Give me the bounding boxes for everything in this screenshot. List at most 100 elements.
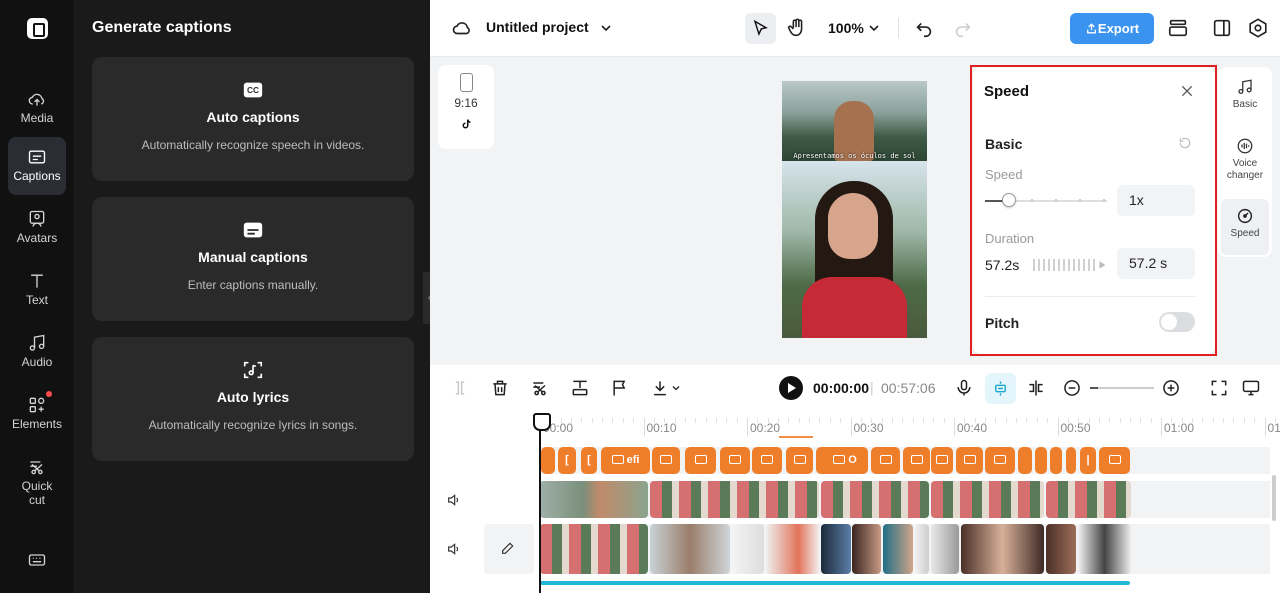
caption-clip[interactable]: | (1080, 447, 1096, 474)
video-preview[interactable]: Apresentamos os óculos de sol (782, 81, 927, 338)
ruler-minor-tick (881, 418, 883, 423)
main-clip[interactable] (732, 524, 764, 574)
rail-item-audio[interactable]: Audio (8, 323, 66, 381)
main-clip[interactable] (650, 524, 730, 574)
video-clip[interactable] (1046, 481, 1131, 518)
trim-icon[interactable] (450, 378, 470, 398)
speed-value-input[interactable]: 1x (1117, 185, 1195, 216)
caption-clip[interactable]: O (822, 447, 868, 474)
caption-clip[interactable]: [ (581, 447, 597, 474)
timeline-scrollbar[interactable] (1272, 475, 1276, 521)
rail-item-text[interactable]: Text (8, 261, 66, 319)
magnet-snap-button[interactable] (985, 373, 1016, 404)
caption-clip[interactable] (1018, 447, 1032, 474)
caption-clip[interactable]: [ (558, 447, 576, 474)
main-clip[interactable] (931, 524, 959, 574)
hand-icon[interactable] (786, 17, 808, 39)
rail-item-elements[interactable]: Elements (8, 385, 66, 443)
caption-clip[interactable] (931, 447, 953, 474)
project-title[interactable]: Untitled project (486, 19, 589, 35)
caption-clip[interactable] (685, 447, 716, 474)
main-clip[interactable] (540, 524, 648, 574)
play-button[interactable] (779, 376, 803, 400)
zoom-chevron-icon[interactable] (866, 20, 882, 36)
select-tool-button[interactable] (745, 13, 776, 44)
playhead[interactable] (533, 413, 551, 593)
pitch-toggle[interactable] (1159, 312, 1195, 332)
rail-item-quick-cut[interactable]: Quick cut (8, 447, 66, 513)
preview-icon[interactable] (1241, 378, 1261, 398)
main-clip[interactable] (1046, 524, 1076, 574)
caption-clip[interactable] (903, 447, 930, 474)
duration-value-input[interactable]: 57.2 s (1117, 248, 1195, 279)
caption-clip[interactable] (541, 447, 555, 474)
caption-clip[interactable] (1099, 447, 1130, 474)
settings-icon[interactable] (1247, 17, 1269, 39)
timeline-zoom-slider[interactable] (1090, 387, 1154, 389)
rail-item-shortcuts[interactable] (8, 540, 66, 580)
chevron-down-icon[interactable] (598, 20, 614, 36)
caption-clip[interactable] (1035, 447, 1047, 474)
rail-item-captions[interactable]: Captions (8, 137, 66, 195)
delete-icon[interactable] (490, 378, 510, 398)
main-clip[interactable] (821, 524, 851, 574)
undo-icon[interactable] (913, 17, 935, 39)
audio-clip[interactable] (540, 581, 1130, 585)
caption-clip[interactable] (985, 447, 1015, 474)
text-style-icon[interactable] (570, 378, 590, 398)
layers-icon[interactable] (1167, 17, 1189, 39)
caption-clip[interactable]: efi (601, 447, 650, 474)
fit-screen-icon[interactable] (1209, 378, 1229, 398)
app-logo[interactable] (27, 18, 48, 39)
edit-cover-button[interactable] (484, 524, 534, 574)
rail-item-media[interactable]: Media (8, 79, 66, 137)
caption-clip[interactable] (1050, 447, 1062, 474)
caption-clip[interactable] (1066, 447, 1076, 474)
speed-slider[interactable] (985, 193, 1107, 207)
redo-icon[interactable] (952, 17, 974, 39)
video-clip[interactable] (540, 481, 648, 518)
video-caption[interactable]: Apresentamos os óculos de sol (782, 152, 927, 160)
caption-clip[interactable] (956, 447, 983, 474)
speed-slider-handle[interactable] (1002, 193, 1017, 207)
caption-clip[interactable] (720, 447, 750, 474)
tab-voice-changer[interactable]: Voice changer (1221, 129, 1269, 193)
split-icon[interactable] (1026, 378, 1046, 398)
tab-basic[interactable]: Basic (1221, 70, 1269, 126)
microphone-icon[interactable] (954, 378, 974, 398)
caption-clip[interactable] (786, 447, 813, 474)
manual-captions-card[interactable]: Manual captions Enter captions manually. (92, 197, 414, 321)
flag-icon[interactable] (610, 378, 630, 398)
caption-clip[interactable] (871, 447, 900, 474)
video-clip[interactable] (931, 481, 1044, 518)
zoom-in-icon[interactable] (1161, 378, 1181, 398)
reset-icon[interactable] (1178, 136, 1192, 150)
main-clip[interactable] (915, 524, 929, 574)
export-button[interactable]: Export (1070, 13, 1154, 44)
chevron-down-icon[interactable] (670, 382, 682, 394)
video-clip[interactable] (650, 481, 819, 518)
main-clip[interactable] (766, 524, 820, 574)
main-clip[interactable] (852, 524, 881, 574)
caption-clip[interactable] (752, 447, 782, 474)
ruler-minor-tick (1181, 418, 1183, 423)
aspect-ratio-selector[interactable]: 9:16 (438, 65, 494, 149)
video-clip[interactable] (821, 481, 929, 518)
close-icon[interactable] (1179, 83, 1195, 99)
tab-speed[interactable]: Speed (1221, 199, 1269, 255)
caption-clip[interactable] (652, 447, 680, 474)
auto-lyrics-card[interactable]: Auto lyrics Automatically recognize lyri… (92, 337, 414, 461)
download-icon[interactable] (650, 378, 670, 398)
main-clip[interactable] (961, 524, 1044, 574)
volume-icon[interactable] (446, 492, 462, 508)
zoom-level[interactable]: 100% (828, 20, 864, 36)
zoom-out-icon[interactable] (1062, 378, 1082, 398)
scene-cut-icon[interactable] (530, 378, 550, 398)
panel-layout-icon[interactable] (1211, 17, 1233, 39)
volume-icon[interactable] (446, 541, 462, 557)
main-clip[interactable] (883, 524, 913, 574)
main-clip[interactable] (1078, 524, 1131, 574)
rail-item-avatars[interactable]: Avatars (8, 199, 66, 257)
cloud-icon[interactable] (451, 17, 473, 39)
auto-captions-card[interactable]: CC Auto captions Automatically recognize… (92, 57, 414, 181)
